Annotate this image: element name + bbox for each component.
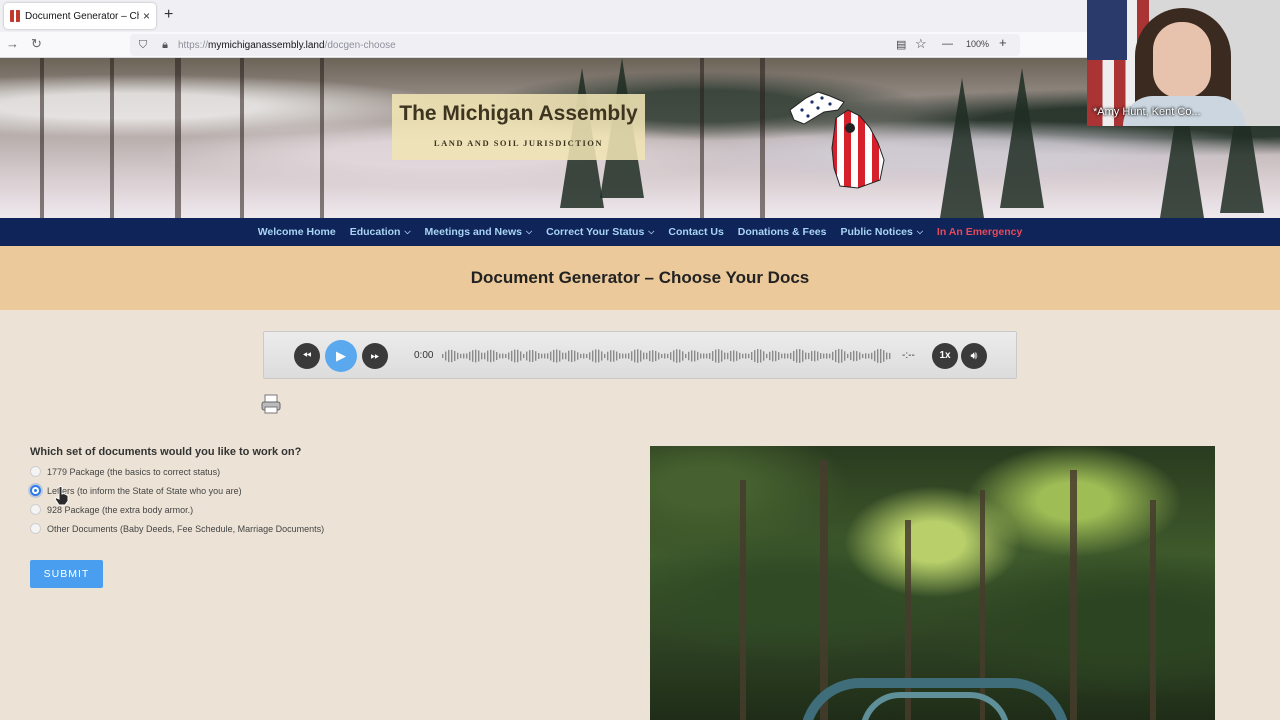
site-subtitle: LAND AND SOIL JURISDICTION [433, 138, 604, 148]
rewind-icon[interactable]: ⏪︎ [294, 343, 320, 369]
page-title-band: Document Generator – Choose Your Docs [0, 246, 1280, 310]
reader-view-icon[interactable]: ▤ [896, 38, 906, 51]
zoom-out-button[interactable]: — [942, 38, 953, 50]
address-bar[interactable]: ⛉ 🔒︎ https:// mymichiganassembly.land /d… [130, 34, 1020, 56]
forest-bridge-photo [650, 446, 1215, 720]
browser-tab[interactable]: Document Generator – Choose × [4, 3, 156, 29]
current-time: 0:00 [414, 350, 434, 361]
option-1779-package[interactable]: 1779 Package (the basics to correct stat… [30, 462, 510, 481]
option-928-package[interactable]: 928 Package (the extra body armor.) [30, 500, 510, 519]
playback-speed-button[interactable]: 1x [932, 343, 958, 369]
submit-button[interactable]: SUBMIT [30, 560, 103, 588]
chevron-down-icon: ⌵ [916, 227, 923, 236]
question-label: Which set of documents would you like to… [30, 446, 302, 458]
forward-arrow-icon[interactable]: → [6, 36, 19, 51]
radio-button[interactable] [30, 466, 41, 477]
shield-icon[interactable]: ⛉ [134, 39, 152, 52]
tab-close-icon[interactable]: × [143, 9, 150, 23]
lock-icon[interactable]: 🔒︎ [156, 39, 174, 52]
new-tab-button[interactable]: + [164, 6, 173, 24]
zoom-in-button[interactable]: + [999, 35, 1007, 50]
michigan-flag-logo [789, 91, 885, 189]
page-title: Document Generator – Choose Your Docs [470, 268, 810, 287]
site-title-box[interactable]: The Michigan Assembly LAND AND SOIL JURI… [392, 94, 645, 160]
bookmark-star-icon[interactable]: ☆ [915, 36, 927, 52]
chevron-down-icon: ⌵ [525, 227, 533, 236]
site-title[interactable]: The Michigan Assembly [392, 102, 645, 126]
reload-icon[interactable]: ↻ [31, 36, 42, 52]
menu-item-contact-us[interactable]: Contact Us [668, 226, 723, 238]
waveform-seekbar[interactable] [442, 346, 894, 366]
menu-item-in-an-emergency[interactable]: In An Emergency [937, 226, 1022, 238]
document-choice-form: Which set of documents would you like to… [30, 446, 510, 538]
radio-button[interactable] [30, 523, 41, 534]
chevron-down-icon: ⌵ [648, 227, 655, 236]
chevron-down-icon: ⌵ [404, 227, 411, 236]
menu-item-donations-fees[interactable]: Donations & Fees [738, 226, 827, 238]
option-letters[interactable]: Letters (to inform the State of State wh… [30, 481, 510, 500]
duration: -:-- [902, 350, 915, 361]
fast-forward-icon[interactable]: ⏩︎ [362, 343, 388, 369]
zoom-level[interactable]: 100% [966, 39, 989, 49]
url-host: mymichiganassembly.land [208, 39, 325, 51]
menu-item-welcome-home[interactable]: Welcome Home [258, 226, 336, 238]
webcam-participant-label: *Amy Hunt, Kent Co... [1093, 106, 1201, 118]
radio-button[interactable] [30, 504, 41, 515]
audio-player: ⏪︎ ▶ ⏩︎ 0:00 -:-- 1x 🔊︎ [263, 331, 1017, 379]
main-menu: Welcome Home Education ⌵ Meetings and New… [0, 218, 1280, 246]
volume-icon[interactable]: 🔊︎ [961, 343, 987, 369]
option-other-documents[interactable]: Other Documents (Baby Deeds, Fee Schedul… [30, 519, 510, 538]
url-path: /docgen-choose [324, 39, 396, 51]
webcam-overlay: *Amy Hunt, Kent Co... [1087, 0, 1280, 126]
menu-item-meetings-and-news[interactable]: Meetings and News ⌵ [425, 226, 533, 238]
menu-item-correct-your-status[interactable]: Correct Your Status ⌵ [546, 226, 654, 238]
play-button[interactable]: ▶ [325, 340, 357, 372]
menu-item-public-notices[interactable]: Public Notices ⌵ [840, 226, 922, 238]
tab-title: Document Generator – Choose [25, 10, 139, 22]
site-favicon-icon [10, 10, 20, 22]
printer-icon[interactable] [260, 393, 282, 415]
hand-cursor-icon [54, 486, 69, 506]
menu-item-education[interactable]: Education ⌵ [350, 226, 411, 238]
radio-button[interactable] [30, 485, 41, 496]
url-protocol: https:// [178, 39, 209, 51]
